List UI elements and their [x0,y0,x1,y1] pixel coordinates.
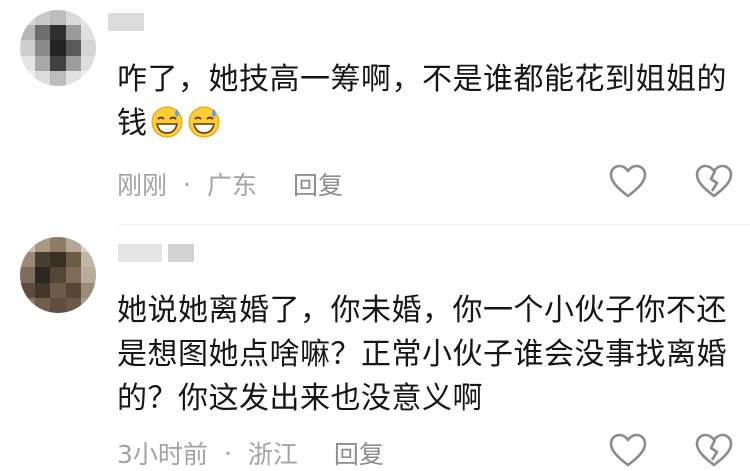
username[interactable] [118,243,194,263]
broken-heart-icon[interactable] [694,162,734,202]
meta-separator: · [183,169,191,199]
grinning-sweat-emoji [151,106,182,138]
comment-text: 她说她离婚了，你未婚，你一个小伙子你不还是想图她点啥嘛？正常小伙子谁会没事找离婚… [117,293,727,416]
comment-item: 她说她离婚了，你未婚，你一个小伙子你不还是想图她点啥嘛？正常小伙子谁会没事找离婚… [0,225,750,469]
comment-location: 浙江 [247,440,298,469]
comment-item: 咋了，她技高一筹啊，不是谁都能花到姐姐的钱 刚刚 · 广东 回复 [0,0,750,225]
username[interactable] [108,12,144,32]
meta-separator: · [223,438,232,468]
broken-heart-icon[interactable] [694,431,734,471]
avatar[interactable] [20,10,96,86]
avatar[interactable] [20,237,96,313]
comment-location: 广东 [206,171,257,200]
reply-button[interactable]: 回复 [334,435,384,471]
heart-outline-icon[interactable] [608,162,648,202]
comment-time: 3小时前 [117,440,208,469]
grinning-sweat-emoji [188,106,219,138]
comment-time: 刚刚 [117,171,168,200]
heart-outline-icon[interactable] [608,431,648,471]
reply-button[interactable]: 回复 [293,166,343,202]
comment-meta: 3小时前 · 浙江 回复 [117,435,384,471]
comment-meta: 刚刚 · 广东 回复 [117,166,343,202]
comment-text: 咋了，她技高一筹啊，不是谁都能花到姐姐的钱 [117,62,727,141]
